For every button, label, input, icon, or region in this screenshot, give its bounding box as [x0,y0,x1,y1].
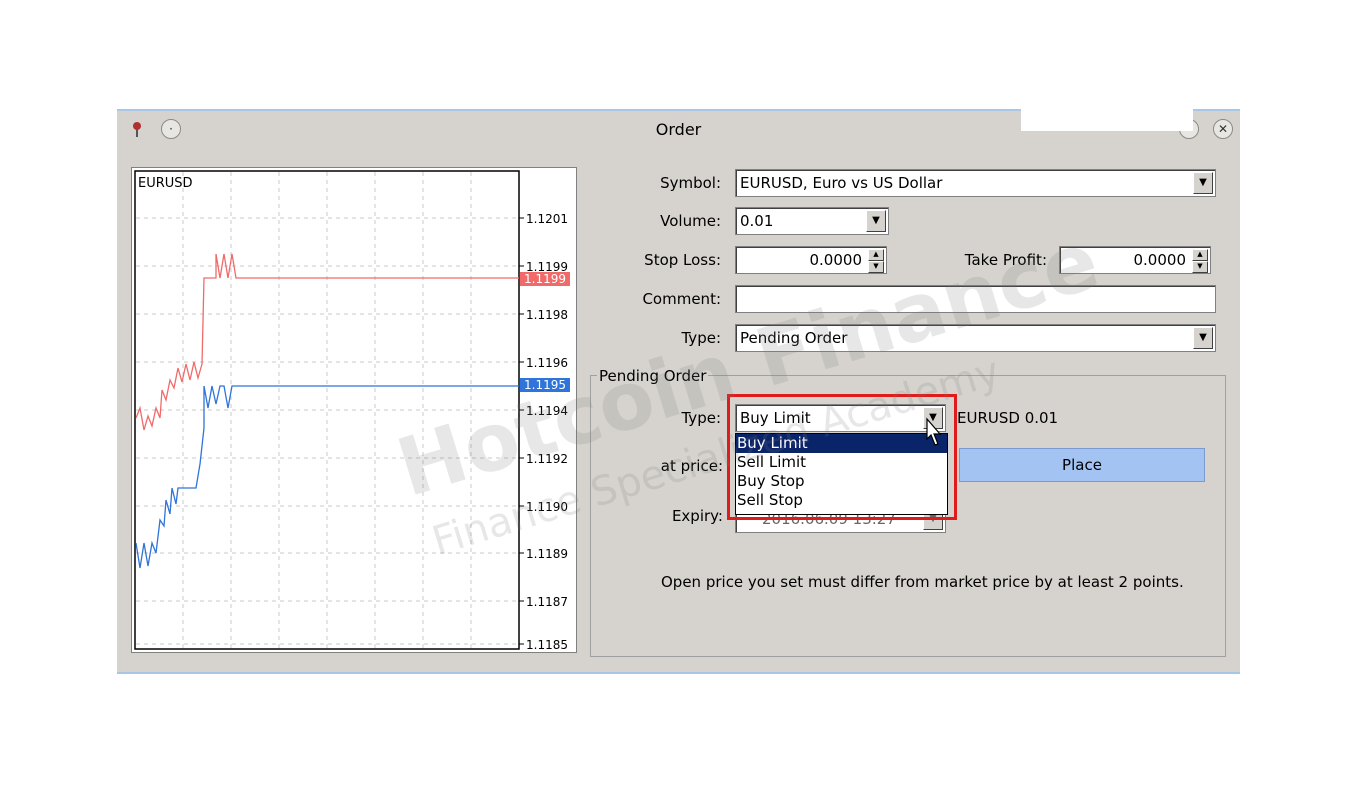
price-tick-label: 1.1201 [526,212,568,226]
volume-label: Volume: [660,212,721,230]
chart-symbol: EURUSD [138,176,193,191]
stoploss-field[interactable]: 0.0000 ▲ ▼ [735,246,887,274]
symbol-select[interactable]: EURUSD, Euro vs US Dollar ▼ [735,169,1216,197]
price-tick-label: 1.1187 [526,595,568,609]
symbol-volume-text: EURUSD 0.01 [957,409,1059,427]
volume-value: 0.01 [740,212,774,230]
spin-down-icon[interactable]: ▼ [1192,261,1208,273]
info-text: Open price you set must differ from mark… [661,573,1184,591]
close-icon: ✕ [1217,122,1229,136]
price-tick-label: 1.1189 [526,547,568,561]
symbol-label: Symbol: [660,174,721,192]
chevron-down-icon[interactable]: ▼ [866,210,886,232]
price-tick-label: 1.1196 [526,356,568,370]
chevron-down-icon[interactable]: ▼ [1193,172,1213,194]
order-window: · Order ✕ EURUSD 1.1201 1.1199 1.1198 1.119… [117,109,1240,674]
cursor-icon [926,417,942,446]
stoploss-label: Stop Loss: [644,251,721,269]
takeprofit-spinner[interactable]: ▲ ▼ [1192,249,1208,273]
spin-up-icon[interactable]: ▲ [1192,249,1208,261]
volume-select[interactable]: 0.01 ▼ [735,207,889,235]
title-overlay-block [1021,109,1193,131]
chevron-down-icon[interactable]: ▼ [1193,327,1213,349]
takeprofit-value: 0.0000 [1133,251,1187,269]
price-tick-label: 1.1185 [526,638,568,652]
stoploss-value: 0.0000 [809,251,863,269]
stoploss-spinner[interactable]: ▲ ▼ [868,249,884,273]
spin-up-icon[interactable]: ▲ [868,249,884,261]
symbol-value: EURUSD, Euro vs US Dollar [740,174,943,192]
price-tick-label: 1.1198 [526,308,568,322]
spin-down-icon[interactable]: ▼ [868,261,884,273]
close-button[interactable]: ✕ [1213,119,1233,139]
ask-tag: 1.1199 [524,272,566,286]
comment-label: Comment: [642,290,721,308]
place-button[interactable]: Place [959,448,1205,482]
